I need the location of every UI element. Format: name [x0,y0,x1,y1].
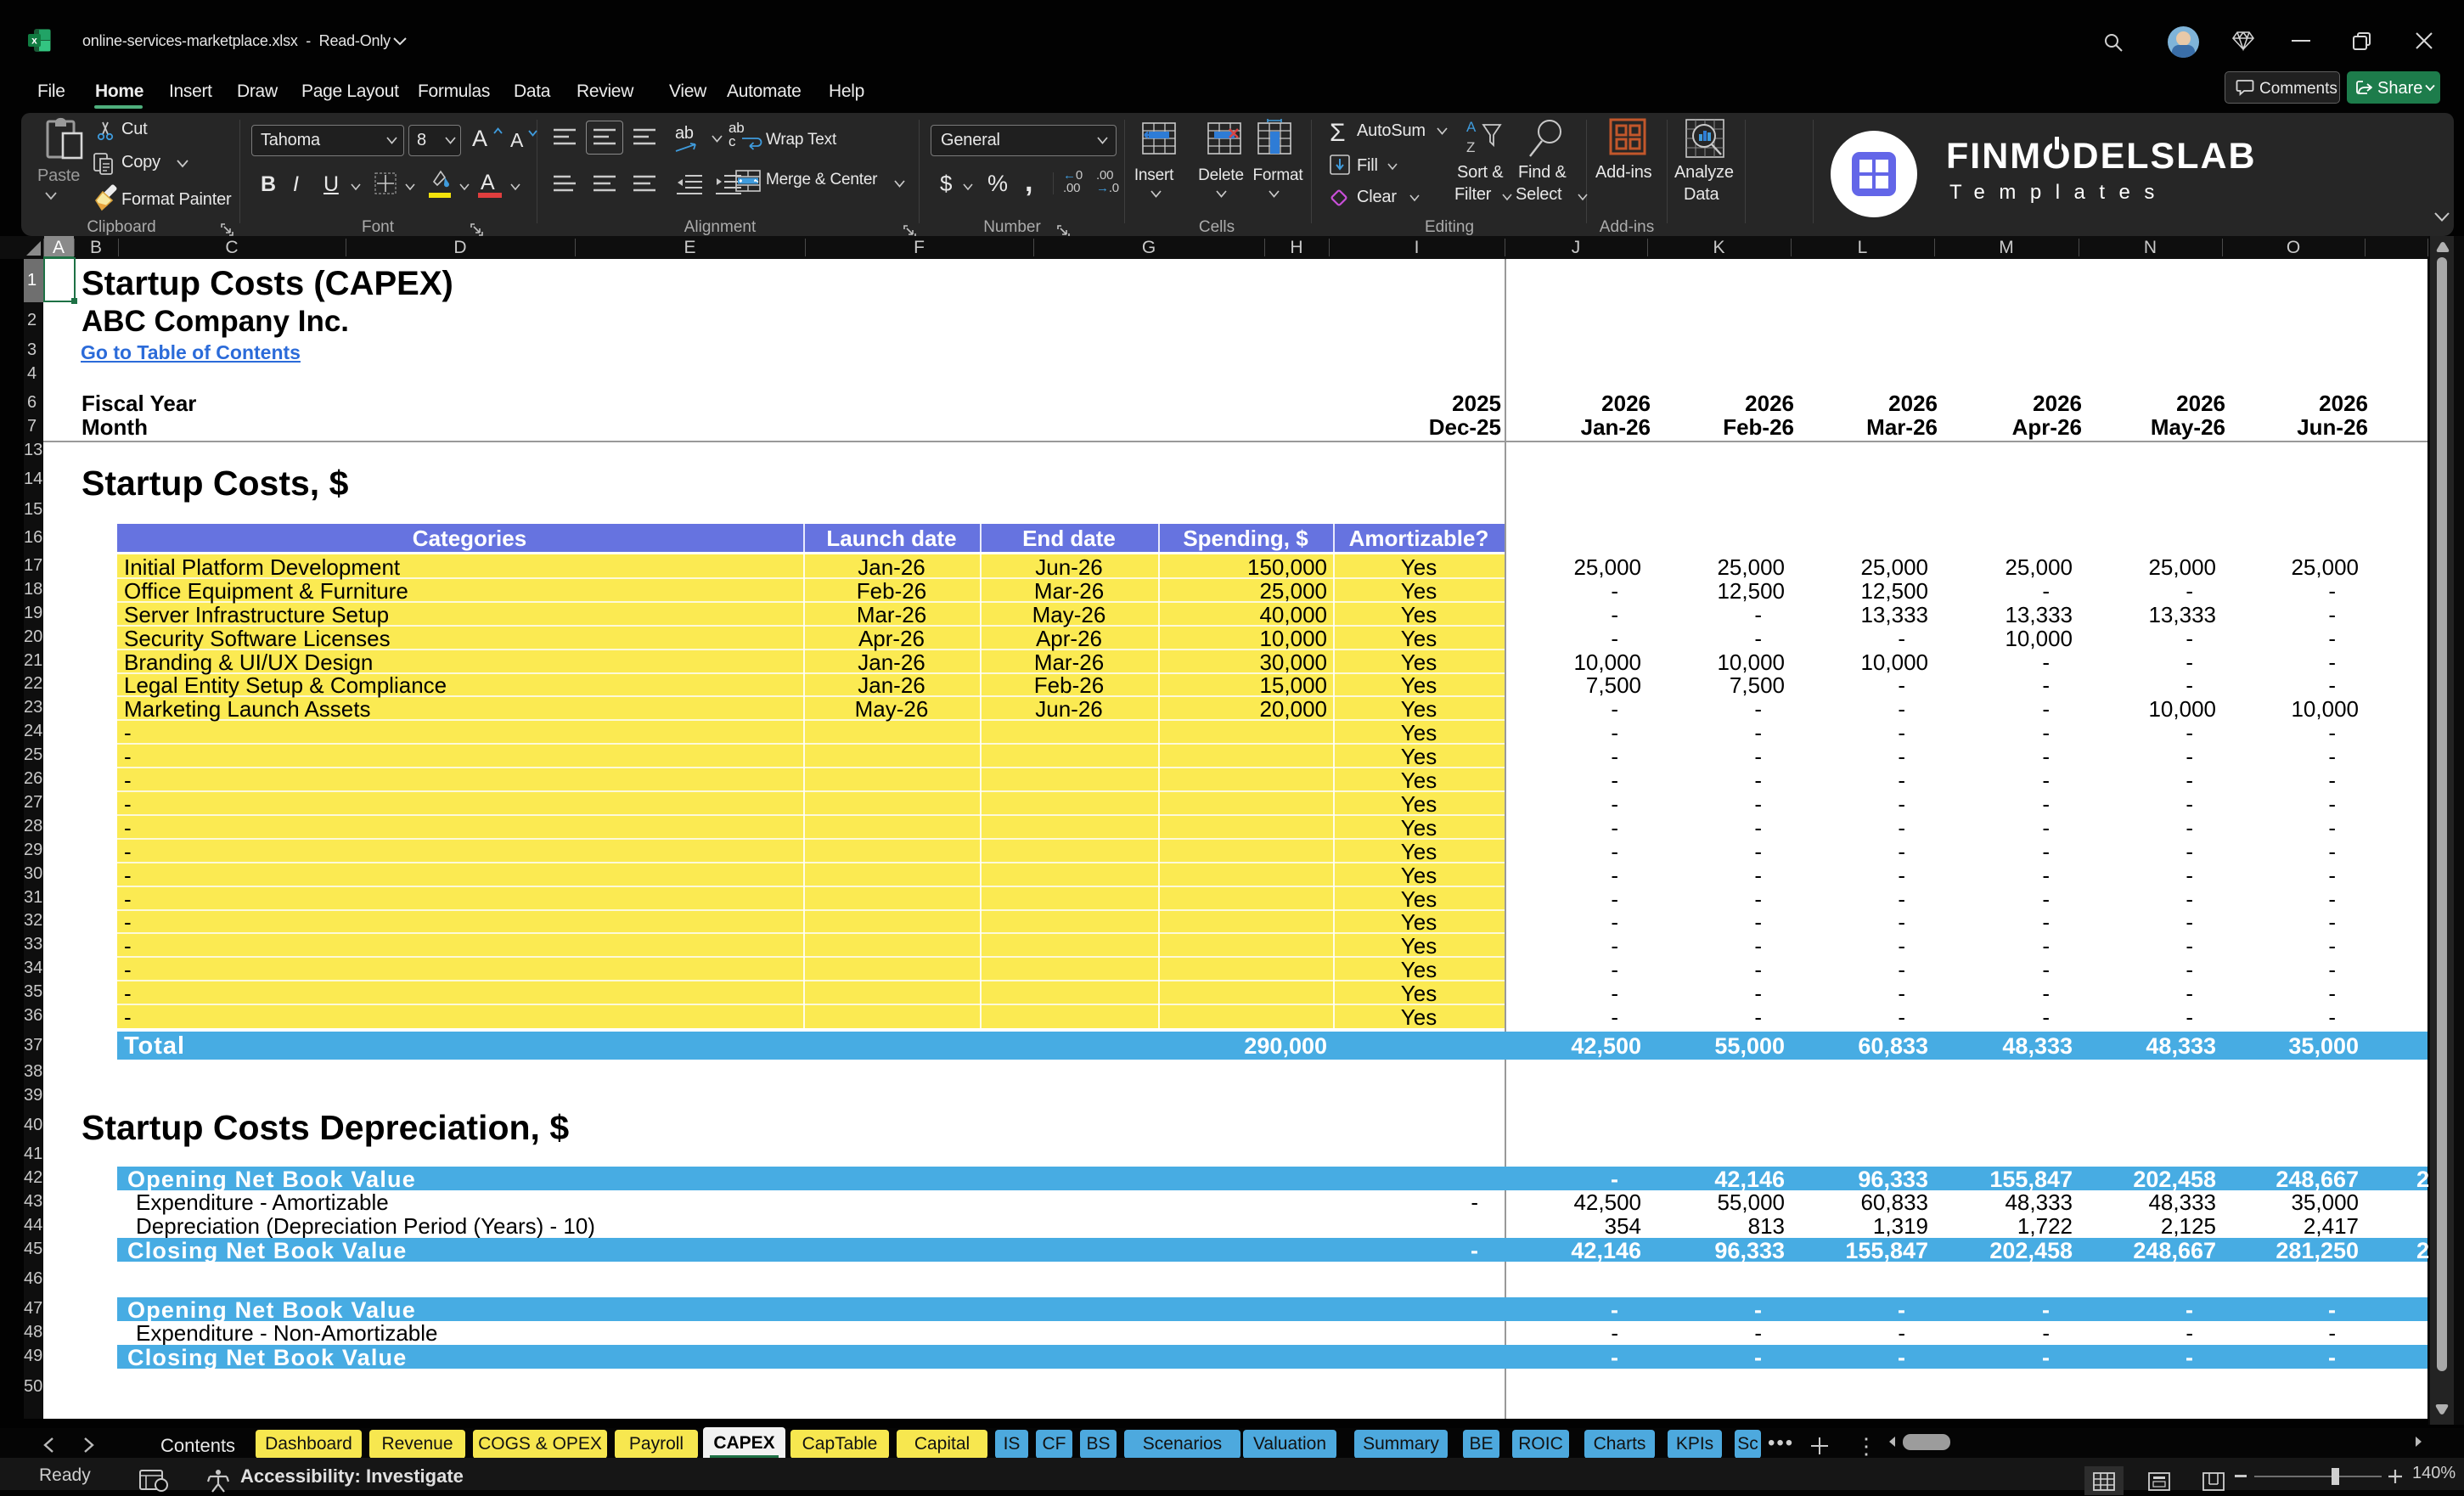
svg-text:x: x [31,35,37,47]
svg-text:Z: Z [1466,139,1475,155]
svg-text:A: A [1466,119,1477,135]
